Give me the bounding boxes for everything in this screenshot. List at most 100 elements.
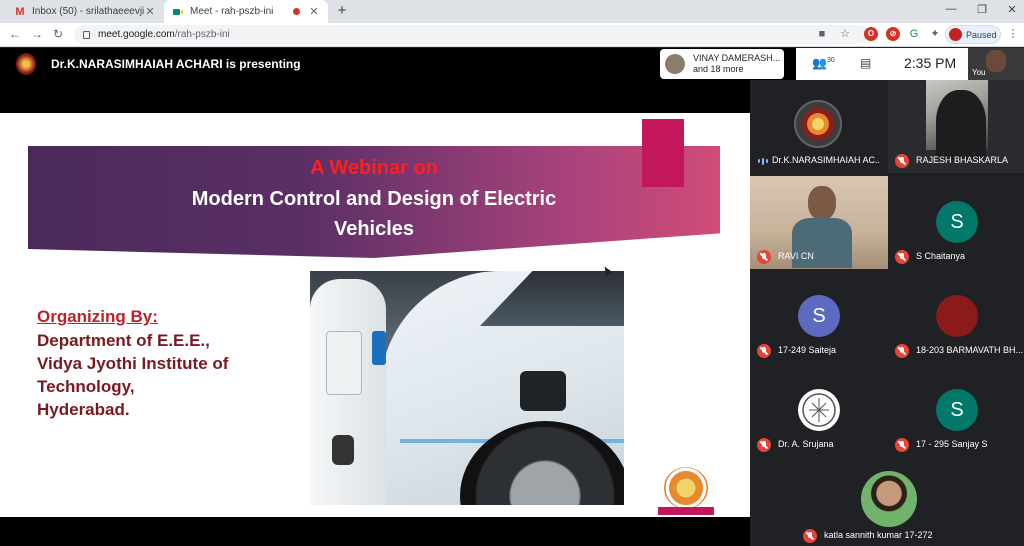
organizing-line: Vidya Jyothi Institute of [37,354,229,373]
participant-count: 30 [826,57,835,64]
participant-name: S Chaitanya [916,251,966,261]
speaking-indicator-icon [758,157,770,165]
participant-tile[interactable]: S 17-249 Saiteja [750,270,888,363]
presentation-stage: A Webinar on Modern Control and Design o… [0,80,750,546]
minimize-icon[interactable]: — [944,3,958,15]
browser-toolbar: ← → ↻ meet.google.com/rah-pszb-ini ■ ☆ O… [0,23,1024,47]
ev-charging-photo [310,271,624,505]
muted-mic-icon [757,250,771,264]
close-window-icon[interactable]: ✕ [1005,3,1019,16]
tab-title: Inbox (50) - srilathaeeevjit@gma [32,6,144,17]
presenter-logo [16,53,36,75]
muted-mic-icon [803,529,817,543]
participant-name: Dr. A. Srujana [778,439,834,449]
participant-tile[interactable]: S 17 - 295 Sanjay S [888,364,1024,457]
slide-title-main: Modern Control and Design of Electric Ve… [28,184,720,244]
reload-icon[interactable]: ↻ [51,27,65,41]
muted-mic-icon [895,438,909,452]
url-host: meet.google.com [98,29,175,40]
gmail-icon: M [15,5,25,18]
self-label: You [972,68,986,77]
meet-icon [172,6,184,18]
muted-mic-icon [895,154,909,168]
emblem-ring [664,467,708,509]
participant-name: 17 - 295 Sanjay S [916,439,988,449]
profile-avatar [949,28,962,41]
avatar: S [798,295,840,337]
participant-name: katla sannith kumar 17-272 [824,530,933,540]
participant-tile[interactable]: RAVI CN [750,176,888,269]
participant-tile[interactable]: Dr. A. Srujana [750,364,888,457]
organizing-line: Hyderabad. [37,400,130,419]
tab-gmail[interactable]: M Inbox (50) - srilathaeeevjit@gma ✕ [6,0,164,23]
presenting-status: Dr.K.NARASIMHAIAH ACHARI is presenting [51,57,301,71]
slide: A Webinar on Modern Control and Design o… [0,113,750,517]
avatar: S [936,389,978,431]
opera-extension-icon[interactable]: O [864,27,878,41]
recording-indicator-icon [293,8,300,15]
bookmark-star-icon[interactable]: ☆ [838,27,852,41]
muted-mic-icon [895,250,909,264]
people-icon: 👥 [812,56,827,70]
close-icon[interactable]: ✕ [308,5,320,18]
browser-tab-strip: M Inbox (50) - srilathaeeevjit@gma ✕ Mee… [0,0,1024,23]
chat-icon[interactable]: ▤ [860,56,871,70]
meet-controls: 👥30 ▤ 2:35 PM [796,48,968,80]
avatar: S [936,201,978,243]
pdf-extension-icon[interactable]: ⊘ [886,27,900,41]
clock: 2:35 PM [904,55,957,71]
self-view-tile[interactable]: You [968,48,1024,80]
profile-status: Paused [966,29,997,40]
charging-port [520,371,566,411]
extensions-puzzle-icon[interactable]: ✦ [928,27,942,41]
slide-title-line2: Modern Control and Design of Electric [191,188,557,210]
slide-title-line1: A Webinar on [310,157,438,179]
grammarly-extension-icon[interactable]: G [907,27,921,41]
restore-icon[interactable]: ❐ [975,3,989,16]
avatar [936,295,978,337]
muted-mic-icon [757,438,771,452]
participant-tile[interactable]: Dr.K.NARASIMHAIAH AC... [750,80,888,173]
charging-station [310,279,386,505]
charger-plug [332,435,354,465]
profile-button[interactable]: Paused [945,25,1001,44]
slide-title-line3: Vehicles [333,218,415,240]
participant-tile[interactable]: 18-203 BARMAVATH BH... [888,270,1024,363]
people-button[interactable]: 👥30 [812,56,835,70]
charger-badge [372,331,386,365]
muted-mic-icon [757,344,771,358]
organizing-details: Department of E.E.E., Vidya Jyothi Insti… [37,329,228,421]
participant-name: RAJESH BHASKARLA [916,155,1009,165]
participants-summary-more: and 18 more [693,64,744,74]
tab-meet[interactable]: Meet - rah-pszb-ini ✕ [164,0,328,23]
decorative-bar [642,119,684,187]
organizing-line: Technology, [37,377,135,396]
camera-icon[interactable]: ■ [815,27,829,41]
avatar [665,54,685,74]
more-menu-icon[interactable]: ⋮ [1006,27,1020,41]
participant-tile[interactable]: RAJESH BHASKARLA [888,80,1024,173]
participant-grid: Dr.K.NARASIMHAIAH AC... RAJESH BHASKARLA… [750,80,1024,546]
emblem-ribbon [658,507,714,515]
participant-tile[interactable]: katla sannith kumar 17-272 [796,456,982,546]
participants-summary-name: VINAY DAMERASH... [693,53,781,63]
organizing-line: Department of E.E.E., [37,331,210,350]
charger-screen [326,331,362,395]
participant-tile[interactable]: S S Chaitanya [888,176,1024,269]
lock-icon [83,30,90,39]
tab-title: Meet - rah-pszb-ini [190,6,274,17]
muted-mic-icon [895,344,909,358]
self-video [986,50,1006,72]
new-tab-button[interactable]: + [333,2,351,19]
close-icon[interactable]: ✕ [144,5,156,18]
address-bar[interactable]: meet.google.com/rah-pszb-ini [74,25,868,44]
participants-summary[interactable]: VINAY DAMERASH... and 18 more [660,49,784,79]
url-path: /rah-pszb-ini [174,29,230,40]
participant-photo [861,471,917,527]
back-icon[interactable]: ← [8,27,22,41]
participant-head [808,186,836,220]
participant-figure [936,90,986,160]
slide-title-banner: A Webinar on Modern Control and Design o… [28,146,720,258]
participant-name: 18-203 BARMAVATH BH... [916,345,1024,355]
forward-icon[interactable]: → [30,27,44,41]
